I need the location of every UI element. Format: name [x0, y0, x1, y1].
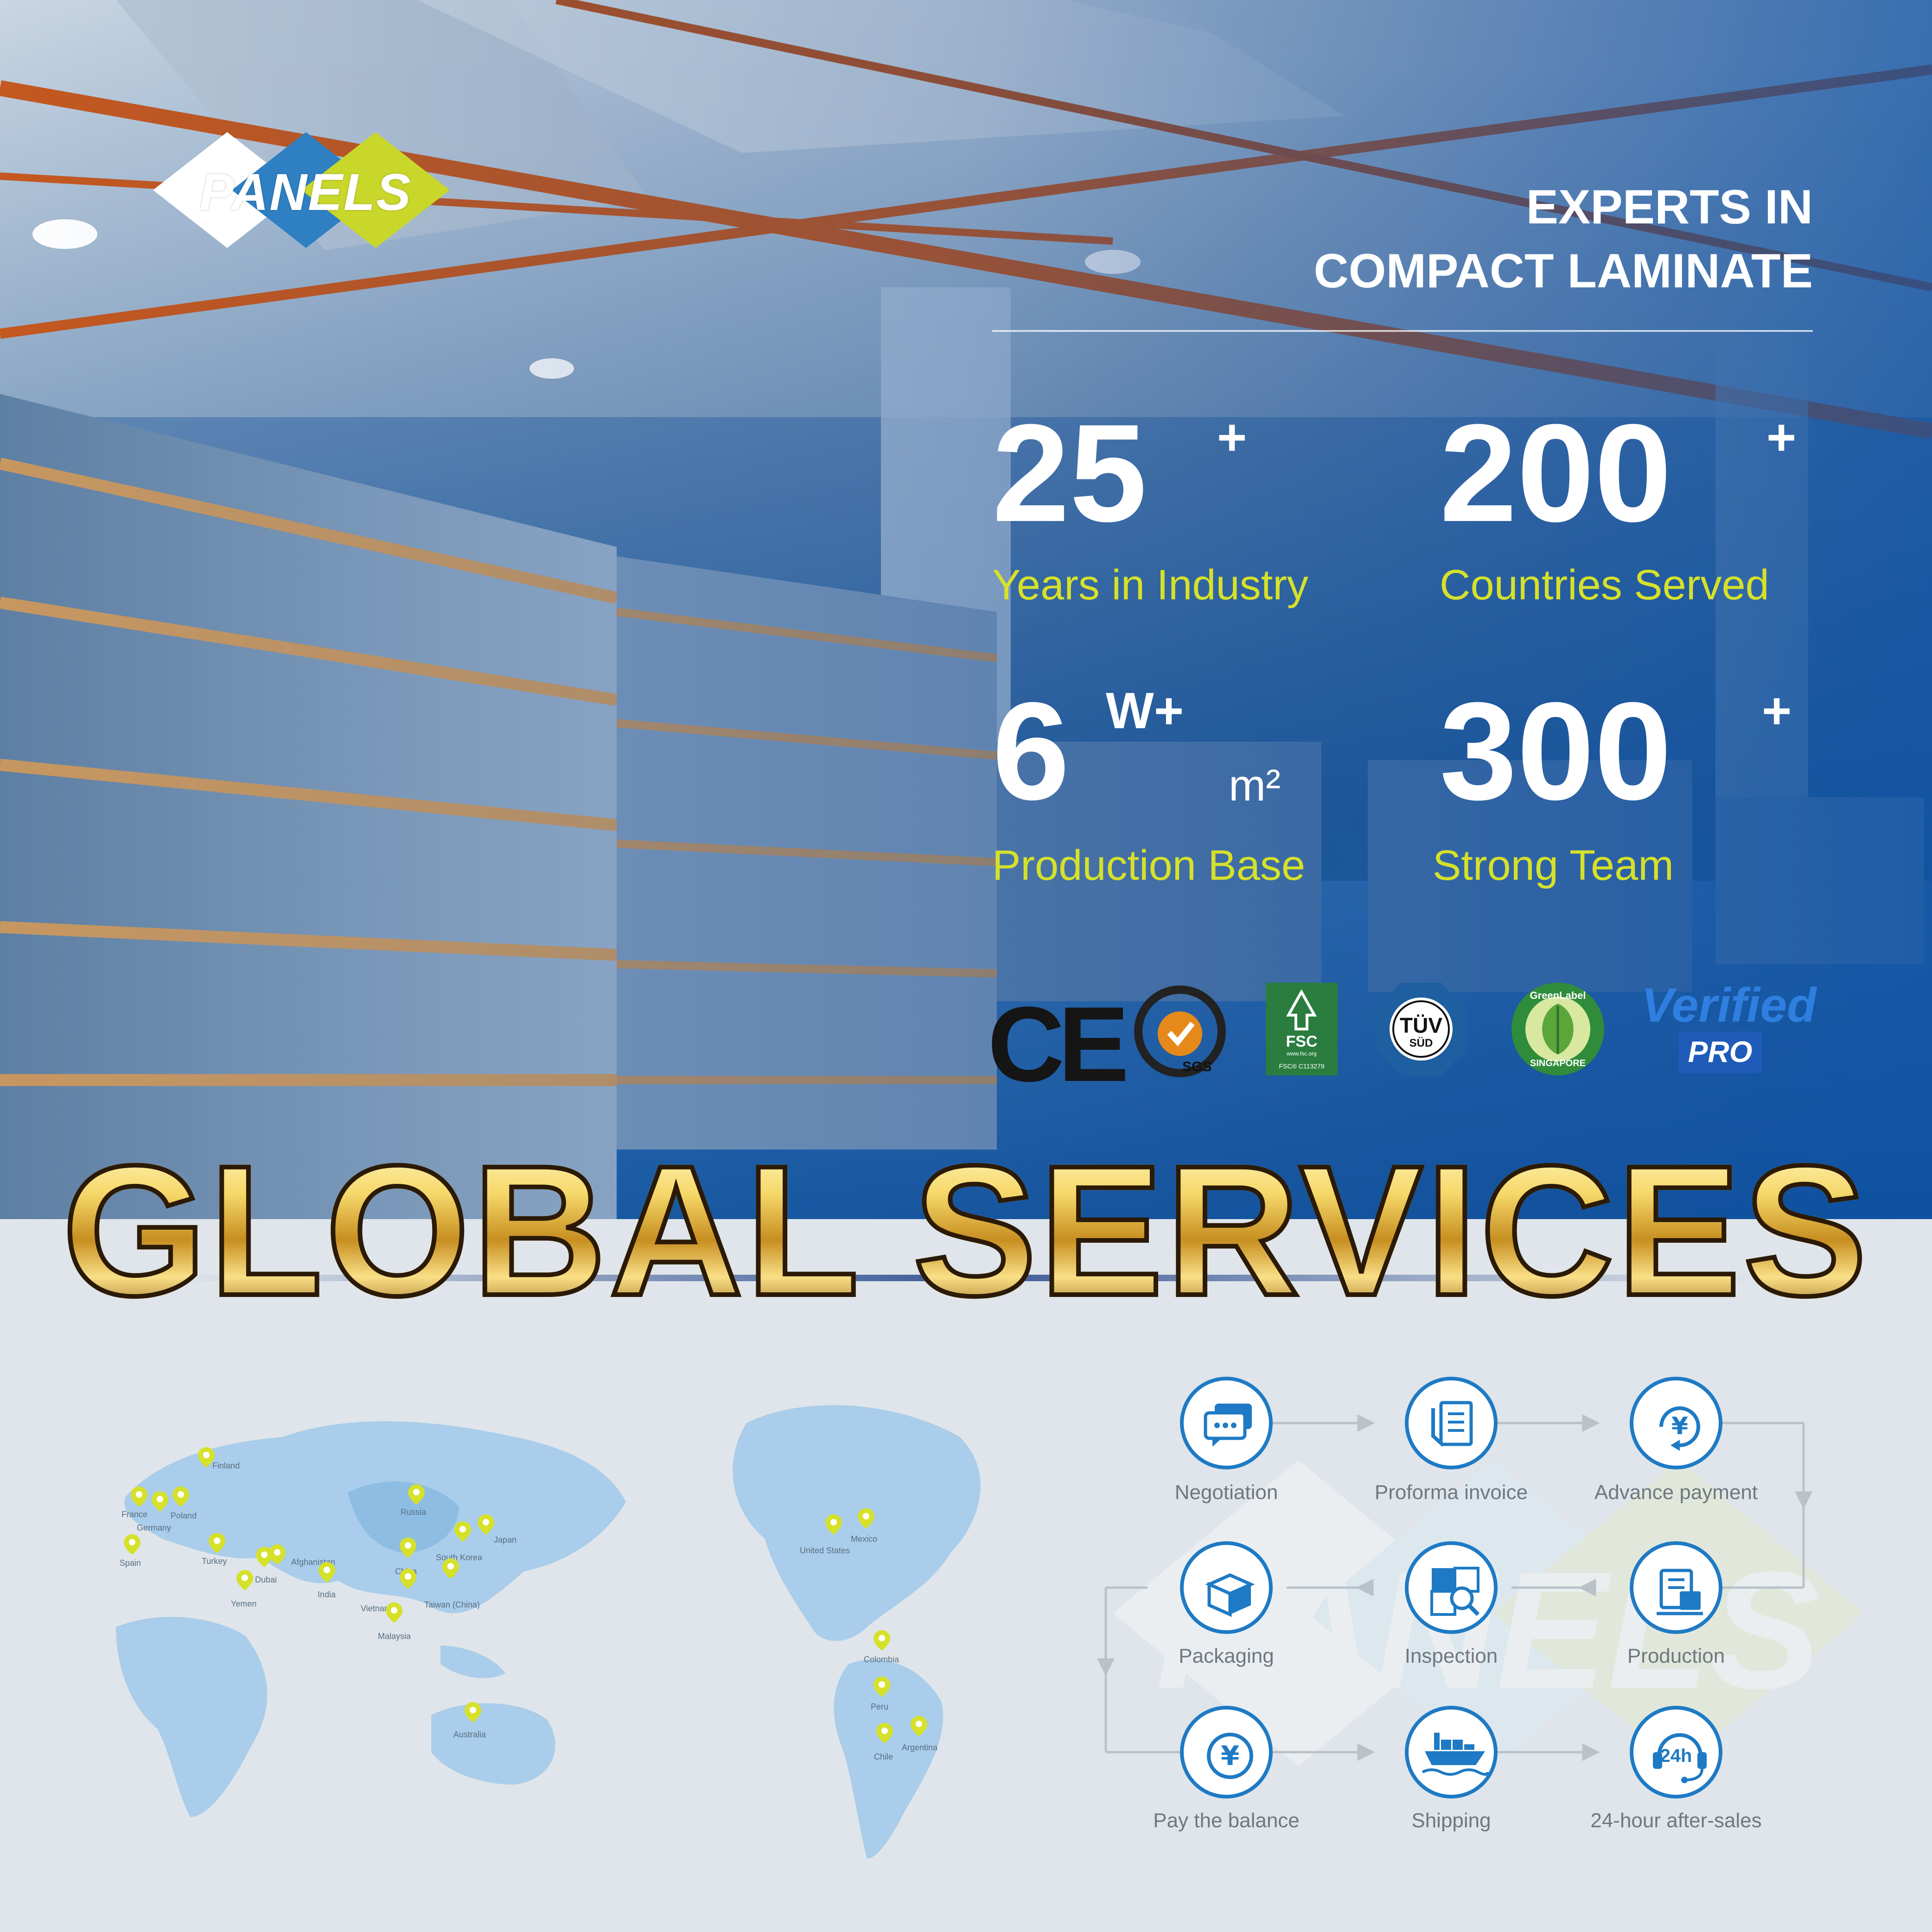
step-label-inspection: Inspection [1404, 1645, 1498, 1667]
step-label-shipping: Shipping [1411, 1809, 1491, 1832]
step-inspection [1405, 1541, 1498, 1634]
invoice-pen-icon [1431, 1401, 1473, 1447]
yen-coin-icon: ¥ [1207, 1733, 1253, 1779]
step-packaging [1180, 1541, 1273, 1634]
inspection-magnifier-icon [1430, 1567, 1480, 1616]
step-label-negotiation: Negotiation [1174, 1481, 1278, 1504]
svg-text:¥: ¥ [1671, 1412, 1688, 1440]
step-label-advance-payment: Advance payment [1594, 1481, 1758, 1504]
step-after-sales: 24h [1630, 1706, 1722, 1799]
step-label-after-sales: 24-hour after-sales [1590, 1809, 1762, 1832]
chat-bubble-icon [1204, 1404, 1252, 1447]
step-label-packaging: Packaging [1179, 1645, 1274, 1667]
box-package-icon [1205, 1573, 1255, 1617]
after-sales-24h-text: 24h [1660, 1746, 1692, 1766]
step-label-proforma-invoice: Proforma invoice [1374, 1481, 1528, 1504]
factory-machine-icon [1657, 1569, 1703, 1615]
step-proforma-invoice [1405, 1377, 1498, 1469]
step-pay-balance: ¥ [1180, 1706, 1273, 1799]
step-shipping [1405, 1706, 1498, 1799]
cargo-ship-icon [1422, 1733, 1489, 1776]
step-negotiation [1180, 1377, 1273, 1469]
step-label-production: Production [1627, 1645, 1725, 1667]
svg-text:¥: ¥ [1221, 1740, 1239, 1772]
step-advance-payment: ¥ [1630, 1377, 1722, 1469]
step-production [1630, 1541, 1722, 1634]
yen-cycle-icon: ¥ [1659, 1406, 1700, 1451]
process-connectors [1097, 1414, 1813, 1761]
step-label-pay-balance: Pay the balance [1153, 1809, 1300, 1832]
